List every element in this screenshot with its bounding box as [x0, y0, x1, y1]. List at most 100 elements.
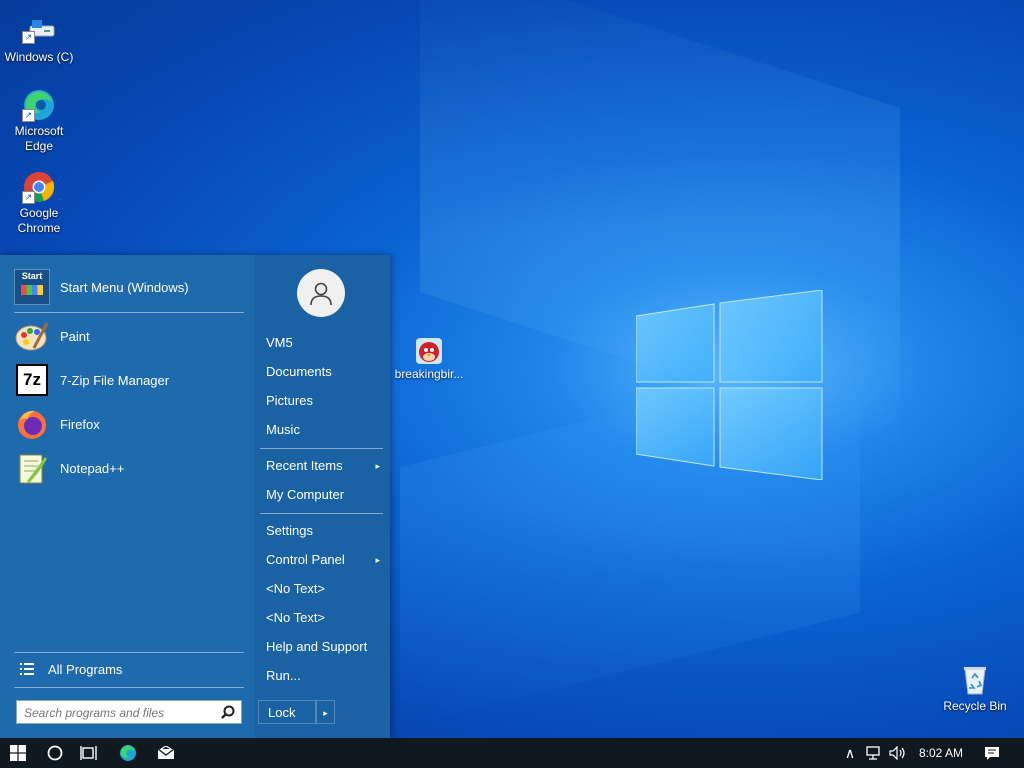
- user-icon: [310, 282, 332, 306]
- search-box[interactable]: [16, 700, 242, 724]
- menu-item-music[interactable]: Music: [266, 420, 384, 440]
- taskbar-edge-button[interactable]: [110, 738, 146, 768]
- menu-item-label: <No Text>: [266, 610, 326, 625]
- cortana-circle-icon: [47, 745, 63, 761]
- pinned-app-label: 7-Zip File Manager: [60, 372, 170, 388]
- desktop-icon-microsoft-edge[interactable]: ↗ Microsoft Edge: [1, 88, 77, 154]
- action-center-button[interactable]: [978, 738, 1006, 768]
- taskbar-mail-button[interactable]: [148, 738, 184, 768]
- menu-divider: [260, 513, 383, 514]
- menu-item-no-text-2[interactable]: <No Text>: [266, 608, 384, 628]
- drive-icon: ↗: [22, 14, 56, 48]
- menu-item-label: Documents: [266, 364, 332, 379]
- menu-item-documents[interactable]: Documents: [266, 362, 384, 382]
- chevron-up-icon: ∧: [844, 744, 856, 761]
- start-menu-app-icon: Start: [14, 269, 50, 305]
- desktop-icon-google-chrome[interactable]: ↗ Google Chrome: [1, 170, 77, 236]
- menu-item-pictures[interactable]: Pictures: [266, 391, 384, 411]
- edge-icon: ↗: [22, 88, 56, 122]
- desktop-icon-label: Recycle Bin: [943, 699, 1007, 713]
- desktop-icon-windows-c[interactable]: ↗ Windows (C): [1, 14, 77, 65]
- pinned-app-label: Start Menu (Windows): [60, 279, 189, 295]
- search-input[interactable]: [22, 702, 216, 724]
- menu-divider: [260, 448, 383, 449]
- volume-icon: [889, 746, 905, 760]
- notepadpp-icon: [14, 450, 50, 486]
- menu-item-vm5[interactable]: VM5: [266, 333, 384, 353]
- mail-icon: [157, 746, 175, 759]
- pinned-app-label: Paint: [60, 328, 90, 344]
- shutdown-options-button[interactable]: ▸: [316, 700, 335, 724]
- menu-item-label: Settings: [266, 523, 313, 538]
- lock-button[interactable]: Lock: [258, 700, 316, 724]
- firefox-icon: [14, 406, 50, 442]
- all-programs-button[interactable]: All Programs: [14, 656, 244, 682]
- recycle-bin-icon: [958, 663, 992, 697]
- volume-tray-button[interactable]: [886, 738, 910, 768]
- notification-icon: [985, 746, 999, 760]
- pinned-app-label: Notepad++: [60, 460, 125, 476]
- menu-item-settings[interactable]: Settings: [266, 521, 384, 541]
- menu-item-help-and-support[interactable]: Help and Support: [266, 637, 384, 657]
- desktop-icon-recycle-bin[interactable]: Recycle Bin: [937, 663, 1013, 714]
- list-icon: [20, 663, 48, 675]
- menu-item-label: Control Panel: [266, 552, 345, 567]
- 7zip-icon: 7z: [14, 362, 50, 398]
- menu-item-label: My Computer: [266, 487, 345, 502]
- windows-logo-wallpaper: [636, 290, 823, 480]
- submenu-arrow-icon: ▸: [375, 461, 380, 471]
- user-avatar[interactable]: [297, 269, 345, 317]
- task-view-button[interactable]: [72, 738, 106, 768]
- taskbar-clock[interactable]: 8:02 AM: [912, 738, 970, 768]
- angry-bird-icon: [415, 337, 443, 365]
- submenu-arrow-icon: ▸: [375, 555, 380, 565]
- show-hidden-icons-button[interactable]: ∧: [838, 738, 862, 768]
- menu-divider: [14, 312, 244, 313]
- desktop-icon-label: Windows (C): [4, 50, 74, 64]
- shortcut-arrow-icon: ↗: [22, 31, 35, 44]
- start-icon-text: Start: [21, 271, 43, 281]
- windows-start-icon: [10, 745, 26, 761]
- menu-item-recent-items[interactable]: Recent Items ▸: [266, 456, 384, 476]
- menu-item-label: Run...: [266, 668, 301, 683]
- start-button[interactable]: [0, 738, 36, 768]
- pinned-app-7zip[interactable]: 7z 7-Zip File Manager: [14, 360, 249, 400]
- menu-item-no-text-1[interactable]: <No Text>: [266, 579, 384, 599]
- menu-item-label: Recent Items: [266, 458, 343, 473]
- network-icon: [866, 746, 880, 760]
- menu-item-my-computer[interactable]: My Computer: [266, 485, 384, 505]
- menu-item-label: <No Text>: [266, 581, 326, 596]
- menu-item-label: Help and Support: [266, 639, 368, 654]
- desktop-icon-label: Google Chrome: [17, 206, 61, 235]
- all-programs-label: All Programs: [48, 661, 123, 677]
- search-cortana-button[interactable]: [38, 738, 72, 768]
- lock-button-label: Lock: [268, 705, 296, 720]
- desktop-icon-label: breakingbir...: [394, 367, 464, 381]
- desktop-icon-breakingbird[interactable]: breakingbir...: [391, 337, 467, 382]
- paint-icon: [14, 318, 50, 354]
- edge-icon: [120, 745, 136, 761]
- network-tray-button[interactable]: [862, 738, 886, 768]
- chevron-right-icon: ▸: [323, 708, 328, 718]
- shortcut-arrow-icon: ↗: [22, 109, 35, 122]
- menu-item-run[interactable]: Run...: [266, 666, 384, 686]
- menu-item-label: VM5: [266, 335, 293, 350]
- menu-item-label: Pictures: [266, 393, 313, 408]
- chrome-icon: ↗: [22, 170, 56, 204]
- menu-divider: [14, 652, 244, 653]
- task-view-icon: [80, 746, 97, 760]
- desktop-icon-label: Microsoft Edge: [14, 124, 64, 153]
- menu-item-control-panel[interactable]: Control Panel ▸: [266, 550, 384, 570]
- start-menu: Start Start Menu (Windows) Paint 7z 7-Zi…: [0, 255, 390, 738]
- clock-time: 8:02 AM: [918, 746, 964, 760]
- shortcut-arrow-icon: ↗: [22, 191, 35, 204]
- taskbar: ∧ 8:02 AM: [0, 738, 1024, 768]
- pinned-app-start-menu[interactable]: Start Start Menu (Windows): [14, 267, 249, 307]
- search-icon[interactable]: [221, 705, 235, 724]
- pinned-app-paint[interactable]: Paint: [14, 316, 249, 356]
- pinned-app-notepadpp[interactable]: Notepad++: [14, 448, 249, 488]
- pinned-app-firefox[interactable]: Firefox: [14, 404, 249, 444]
- 7zip-icon-glyph: 7z: [16, 364, 48, 396]
- menu-item-label: Music: [266, 422, 300, 437]
- pinned-app-label: Firefox: [60, 416, 100, 432]
